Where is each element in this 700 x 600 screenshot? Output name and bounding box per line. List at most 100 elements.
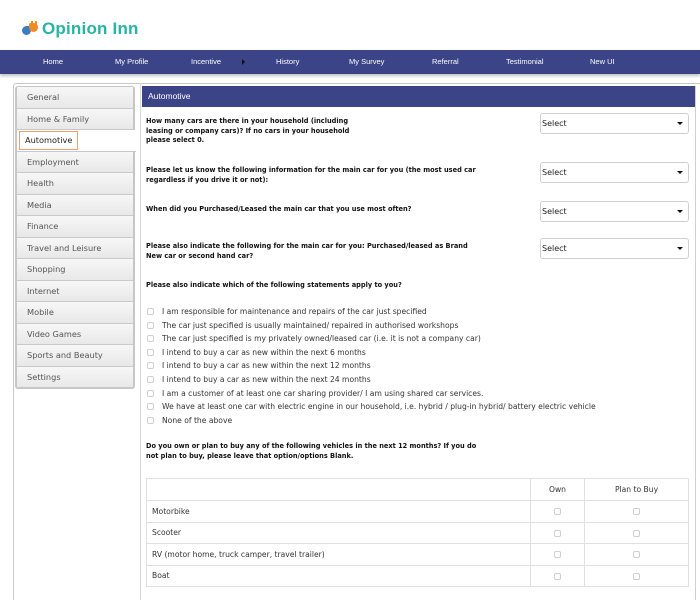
sidebar-item-label: Settings <box>27 371 61 382</box>
vehicles-table: Own Plan to Buy Motorbike Scooter RV (mo… <box>146 478 689 587</box>
table-header-row: Own Plan to Buy <box>146 478 689 501</box>
sidebar-item-finance[interactable]: Finance <box>17 216 133 238</box>
nav-history[interactable]: History <box>276 50 299 74</box>
checkbox[interactable] <box>147 403 154 410</box>
sidebar-item-label: Health <box>27 178 54 188</box>
statement-option[interactable]: The car just specified is usually mainta… <box>147 319 458 332</box>
sidebar-item-label: Mobile <box>27 307 54 317</box>
select-value: Select <box>542 119 567 128</box>
chevron-down-icon <box>677 247 683 250</box>
checkbox[interactable] <box>147 349 154 356</box>
plan-to-buy-checkbox[interactable] <box>633 551 640 559</box>
option-label: I am responsible for maintenance and rep… <box>162 307 427 316</box>
plan-cell <box>584 521 689 544</box>
sidebar-item-media[interactable]: Media <box>17 194 133 216</box>
checkbox[interactable] <box>147 322 154 329</box>
statement-option[interactable]: I am a customer of at least one car shar… <box>147 387 483 400</box>
select-value: Select <box>542 168 567 177</box>
checkbox[interactable] <box>147 390 154 397</box>
sidebar-item-health[interactable]: Health <box>17 173 133 195</box>
sidebar-item-label: Employment <box>27 156 79 167</box>
sidebar-item-mobile[interactable]: Mobile <box>17 302 133 324</box>
statement-option[interactable]: I intend to buy a car as new within the … <box>147 359 371 372</box>
brand-name: Opinion Inn <box>42 19 139 38</box>
purchase-date-select[interactable]: Select <box>540 201 689 222</box>
question-line: regardless if you drive it or not): <box>146 175 269 184</box>
submenu-arrow-icon[interactable] <box>242 59 245 65</box>
plan-cell <box>584 543 689 566</box>
sidebar-item-general[interactable]: General <box>17 87 133 109</box>
sidebar-item-settings[interactable]: Settings <box>17 366 133 388</box>
brand-logo[interactable]: Opinion Inn <box>22 18 139 40</box>
table-row: Scooter <box>146 521 689 544</box>
question-line: Please also indicate the following for t… <box>146 242 468 250</box>
checkbox[interactable] <box>147 417 154 424</box>
statement-option[interactable]: I intend to buy a car as new within the … <box>147 346 366 359</box>
sidebar-item-label: Internet <box>27 285 60 296</box>
statement-option[interactable]: None of the above <box>147 414 232 427</box>
checkbox[interactable] <box>147 376 154 383</box>
vehicle-label: Boat <box>146 564 531 587</box>
option-label: I intend to buy a car as new within the … <box>162 375 371 384</box>
statement-option[interactable]: I intend to buy a car as new within the … <box>147 373 371 386</box>
plan-to-buy-checkbox[interactable] <box>633 529 640 537</box>
main-car-info-select[interactable]: Select <box>540 162 689 183</box>
nav-incentive[interactable]: Incentive <box>191 50 221 74</box>
sidebar-item-sports-beauty[interactable]: Sports and Beauty <box>17 345 133 367</box>
question-statements: Please also indicate which of the follow… <box>146 281 402 289</box>
sidebar-item-travel-leisure[interactable]: Travel and Leisure <box>17 237 133 259</box>
car-count-select[interactable]: Select <box>540 113 689 134</box>
plan-to-buy-checkbox[interactable] <box>633 572 640 580</box>
sidebar-item-label: Finance <box>27 221 59 231</box>
sidebar-item-internet[interactable]: Internet <box>17 280 133 302</box>
own-checkbox[interactable] <box>554 551 561 559</box>
nav-referral[interactable]: Referral <box>432 50 459 74</box>
option-label: The car just specified is my privately o… <box>162 334 481 343</box>
question-line: Please let us know the following informa… <box>146 166 476 174</box>
checkbox[interactable] <box>147 308 154 315</box>
checkbox[interactable] <box>147 335 154 342</box>
table-row: Motorbike <box>146 500 689 523</box>
sidebar-item-automotive[interactable]: Automotive <box>17 130 136 152</box>
question-line: New car or second hand car? <box>146 251 254 260</box>
nav-my-survey[interactable]: My Survey <box>349 50 384 74</box>
sidebar-item-employment[interactable]: Employment <box>17 151 133 173</box>
new-or-used-select[interactable]: Select <box>540 238 689 259</box>
nav-my-profile[interactable]: My Profile <box>115 50 148 74</box>
checkbox[interactable] <box>147 362 154 369</box>
table-row: RV (motor home, truck camper, travel tra… <box>146 543 689 566</box>
own-cell <box>530 543 585 566</box>
question-car-count: How many cars are there in your househol… <box>146 117 349 146</box>
nav-testimonial[interactable]: Testimonial <box>506 50 544 74</box>
option-label: We have at least one car with electric e… <box>162 402 596 411</box>
question-main-car-info: Please let us know the following informa… <box>146 166 476 185</box>
plan-cell <box>584 500 689 523</box>
main-nav: Home My Profile Incentive History My Sur… <box>0 50 700 74</box>
select-value: Select <box>542 244 567 253</box>
plan-to-buy-checkbox[interactable] <box>633 508 640 516</box>
sidebar-item-label: Shopping <box>27 264 66 274</box>
question-line: When did you Purchased/Leased the main c… <box>146 205 412 213</box>
nav-new-ui[interactable]: New UI <box>590 50 615 74</box>
own-checkbox[interactable] <box>554 572 561 580</box>
table-row: Boat <box>146 564 689 587</box>
question-line: leasing or company cars)? If no cars in … <box>146 126 350 135</box>
panel-right-border <box>695 86 696 600</box>
sidebar-item-home-family[interactable]: Home & Family <box>17 108 133 130</box>
own-checkbox[interactable] <box>554 529 561 537</box>
statement-option[interactable]: We have at least one car with electric e… <box>147 400 596 413</box>
own-cell <box>530 500 585 523</box>
nav-home[interactable]: Home <box>43 50 63 74</box>
own-cell <box>530 564 585 587</box>
own-checkbox[interactable] <box>554 508 561 516</box>
plan-cell <box>584 564 689 587</box>
statement-option[interactable]: I am responsible for maintenance and rep… <box>147 305 427 318</box>
sidebar-item-shopping[interactable]: Shopping <box>17 259 133 281</box>
option-label: The car just specified is usually mainta… <box>162 321 459 330</box>
statement-option[interactable]: The car just specified is my privately o… <box>147 332 481 345</box>
sidebar-item-video-games[interactable]: Video Games <box>17 323 133 345</box>
panel-title: Automotive <box>142 86 695 107</box>
option-label: I intend to buy a car as new within the … <box>162 348 366 357</box>
question-line: How many cars are there in your househol… <box>146 117 349 125</box>
sidebar-item-label: Sports and Beauty <box>27 350 103 360</box>
